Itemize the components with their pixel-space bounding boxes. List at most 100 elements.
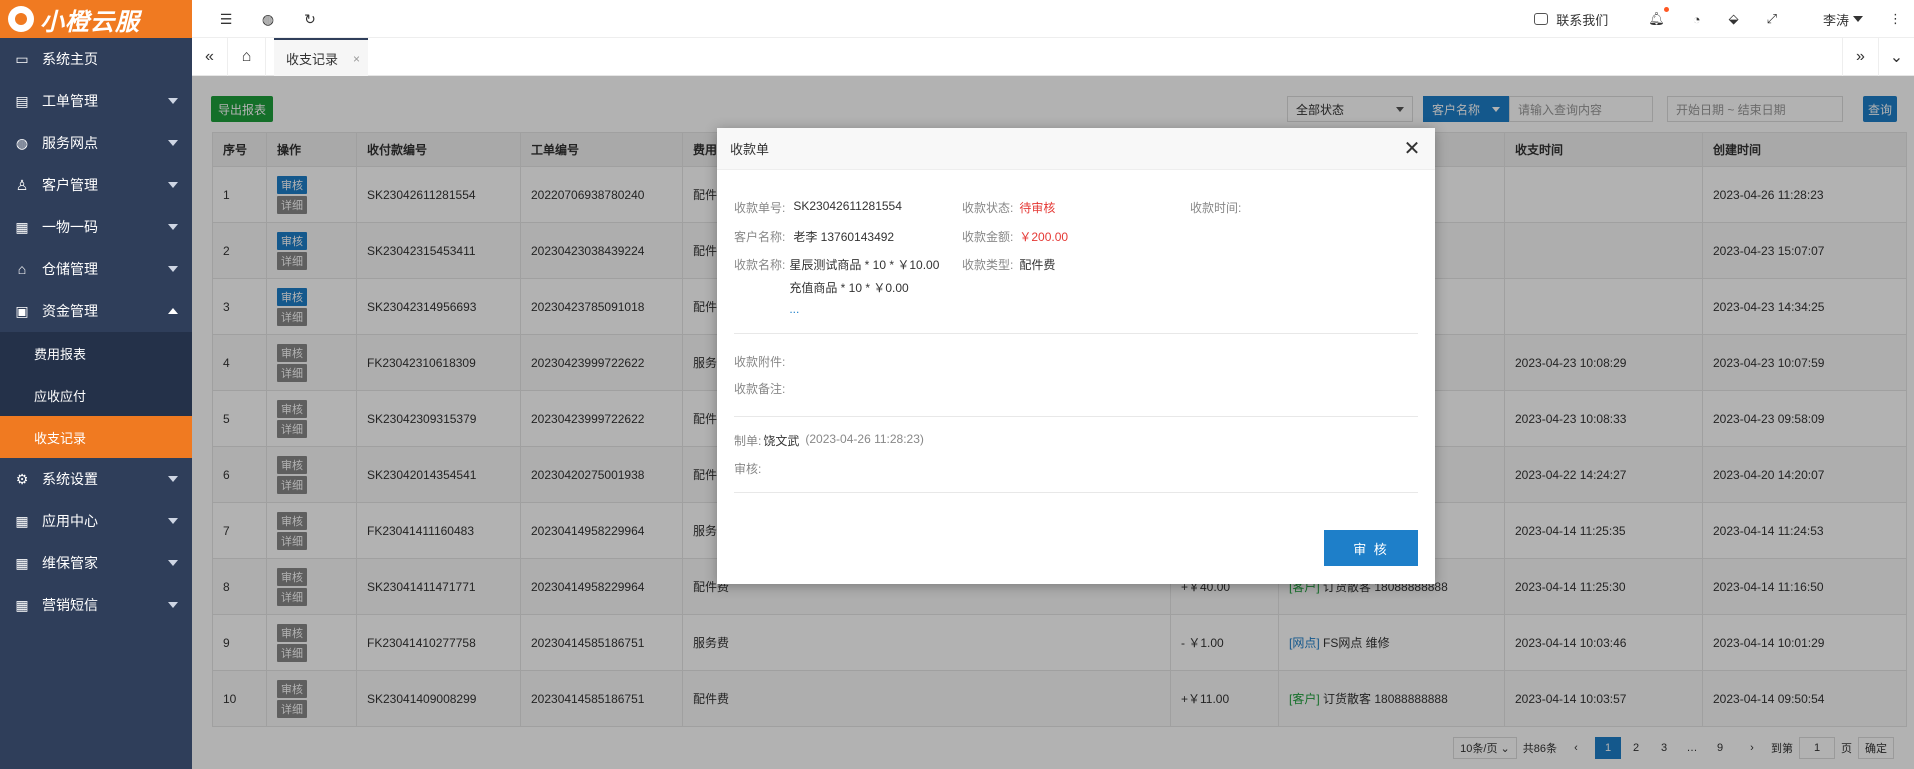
document-icon: ▤ <box>15 92 29 109</box>
sidebar-item-8[interactable]: ▦ 应用中心 <box>0 500 192 542</box>
globe-icon[interactable]: ◍ <box>258 9 278 29</box>
tab-bar: « ⌂ 收支记录 × » ⌄ <box>192 38 1914 76</box>
attachment-field: 收款附件: <box>734 353 785 370</box>
user-icon: ♙ <box>15 176 29 193</box>
grid-icon: ▦ <box>15 512 29 529</box>
contact-us-link[interactable]: 联系我们 <box>1520 10 1622 29</box>
sidebar-item-label: 维保管家 <box>42 555 98 571</box>
tab-scroll-left-icon[interactable]: « <box>192 38 228 76</box>
fullscreen-button[interactable]: ⤢ <box>1753 11 1791 27</box>
notification-button[interactable]: 🔔︎ <box>1634 7 1679 27</box>
money-icon: ▣ <box>15 302 29 319</box>
approve-button[interactable]: 审 核 <box>1324 530 1418 566</box>
receipt-status-field: 收款状态: 待审核 <box>962 199 1055 216</box>
user-menu[interactable]: 李涛 <box>1809 10 1877 29</box>
tag-button[interactable]: ⬙ <box>1715 11 1753 27</box>
more-button[interactable]: ⋮ <box>1877 11 1914 27</box>
sidebar-item-7[interactable]: ⚙ 系统设置 <box>0 458 192 500</box>
sidebar-item-0[interactable]: ▭ 系统主页 <box>0 38 192 80</box>
submenu-item-2[interactable]: 收支记录 <box>0 416 192 458</box>
receipt-name-line: 星辰测试商品 * 10 * ￥10.00 <box>789 258 940 272</box>
submenu-item-0[interactable]: 费用报表 <box>0 332 192 374</box>
contact-label: 联系我们 <box>1556 12 1609 28</box>
grid-icon: ▦ <box>15 218 29 235</box>
tab-scroll-right-icon[interactable]: » <box>1842 38 1878 76</box>
sidebar-item-label: 一物一码 <box>42 219 98 235</box>
sidebar-item-label: 系统设置 <box>42 471 98 487</box>
receipt-no-label: 收款单号: <box>734 201 786 215</box>
tab-label: 收支记录 <box>286 51 339 67</box>
monitor-icon: ▭ <box>15 50 29 67</box>
caret-down-icon <box>168 560 178 566</box>
dialog-title: 收款单 <box>730 142 770 157</box>
sidebar-item-5[interactable]: ⌂ 仓储管理 <box>0 248 192 290</box>
divider <box>734 492 1418 493</box>
sidebar-item-9[interactable]: ▦ 维保管家 <box>0 542 192 584</box>
sidebar-item-6[interactable]: ▣ 资金管理 <box>0 290 192 332</box>
close-icon[interactable]: ✕ <box>1401 137 1423 160</box>
caret-down-icon <box>168 602 178 608</box>
caret-down-icon <box>168 266 178 272</box>
top-bar: ☰ ◍ ↻ 联系我们 🔔︎ ◔ ⬙ ⤢ 李涛 ⋮ <box>192 0 1914 38</box>
dialog-header: 收款单 ✕ <box>717 128 1435 170</box>
sidebar-item-label: 工单管理 <box>42 93 98 109</box>
fullscreen-icon: ⤢ <box>1766 11 1777 26</box>
receipt-type-value: 配件费 <box>1019 258 1056 272</box>
amount-value: ￥200.00 <box>1019 230 1069 244</box>
receipt-type-label: 收款类型: <box>962 258 1014 272</box>
brand-logo[interactable]: 小橙云服 <box>0 0 192 38</box>
theme-button[interactable]: ◔ <box>1679 12 1715 27</box>
receipt-name-line: 充值商品 * 10 * ￥0.00 <box>789 281 909 295</box>
tab-income-expense[interactable]: 收支记录 × <box>274 38 368 76</box>
sidebar-item-10[interactable]: ▦ 营销短信 <box>0 584 192 626</box>
home-icon[interactable]: ⌂ <box>228 38 266 76</box>
tab-menu-icon[interactable]: ⌄ <box>1878 38 1914 76</box>
user-name: 李涛 <box>1822 12 1849 28</box>
auditor-label: 审核: <box>734 462 762 476</box>
receipt-no-field: 收款单号: SK23042611281554 <box>734 199 902 216</box>
logo-icon <box>8 6 34 32</box>
customer-field: 客户名称: 老李 13760143492 <box>734 228 894 245</box>
customer-label: 客户名称: <box>734 230 786 244</box>
grid-icon: ▦ <box>15 596 29 613</box>
sidebar-item-label: 应用中心 <box>42 513 98 529</box>
sidebar: 小橙云服 ▭ 系统主页 ▤ 工单管理 ◍ 服务网点 ♙ 客户管理 ▦ 一物一码 ⌂ 仓储管理 ▣ 资金管理… <box>0 0 192 769</box>
menu-toggle-icon[interactable]: ☰ <box>216 9 236 29</box>
maker-field: 制单: 饶文武 (2023-04-26 11:28:23) <box>734 432 924 449</box>
receipt-name-more-link[interactable]: ... <box>789 302 939 316</box>
caret-down-icon <box>168 140 178 146</box>
sidebar-item-1[interactable]: ▤ 工单管理 <box>0 80 192 122</box>
sidebar-menu: ▭ 系统主页 ▤ 工单管理 ◍ 服务网点 ♙ 客户管理 ▦ 一物一码 ⌂ 仓储管理 ▣ 资金管理 费用报表应… <box>0 38 192 626</box>
sidebar-item-label: 营销短信 <box>42 597 98 613</box>
receipt-time-label: 收款时间: <box>1190 201 1242 215</box>
customer-value: 老李 13760143492 <box>793 230 895 244</box>
sidebar-submenu: 费用报表 应收应付 收支记录 <box>0 332 192 458</box>
caret-down-icon <box>168 476 178 482</box>
caret-down-icon <box>168 518 178 524</box>
receipt-type-field: 收款类型: 配件费 <box>962 256 1055 273</box>
caret-down-icon <box>168 182 178 188</box>
caret-down-icon <box>168 98 178 104</box>
divider <box>734 416 1418 417</box>
sidebar-item-label: 服务网点 <box>42 135 98 151</box>
submenu-item-1[interactable]: 应收应付 <box>0 374 192 416</box>
remark-field: 收款备注: <box>734 380 785 397</box>
remark-label: 收款备注: <box>734 382 786 396</box>
sidebar-item-label: 仓储管理 <box>42 261 98 277</box>
bank-icon: ⌂ <box>17 261 27 277</box>
receipt-name-label: 收款名称: <box>734 258 786 272</box>
sidebar-item-2[interactable]: ◍ 服务网点 <box>0 122 192 164</box>
sidebar-item-4[interactable]: ▦ 一物一码 <box>0 206 192 248</box>
palette-icon: ◔ <box>1692 11 1701 27</box>
close-tab-icon[interactable]: × <box>353 52 360 66</box>
sidebar-item-label: 资金管理 <box>42 303 98 319</box>
bell-icon: 🔔︎ <box>1648 11 1665 26</box>
more-vertical-icon: ⋮ <box>1889 11 1902 26</box>
amount-label: 收款金额: <box>962 230 1014 244</box>
caret-down-icon <box>168 224 178 230</box>
sidebar-item-3[interactable]: ♙ 客户管理 <box>0 164 192 206</box>
refresh-icon[interactable]: ↻ <box>300 9 320 29</box>
caret-down-icon <box>1853 16 1863 22</box>
brand-name: 小橙云服 <box>40 8 140 36</box>
divider <box>734 333 1418 334</box>
